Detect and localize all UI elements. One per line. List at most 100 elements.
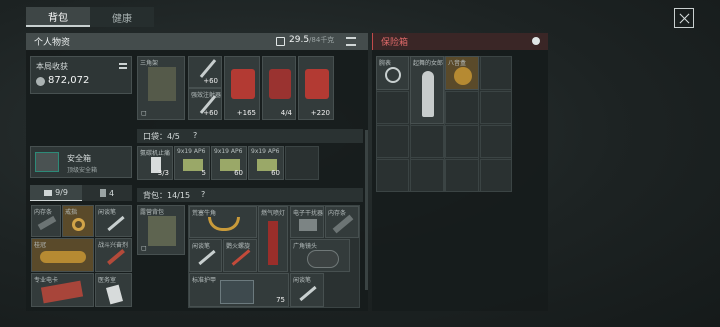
vault-empty-slot[interactable] [376,159,409,192]
armor-durability: 75 [276,296,285,304]
backpack-item[interactable]: 鹦火螺旋 [223,239,257,272]
weight-max: /84千克 [309,36,335,44]
card-item-icon [106,284,123,305]
pen-icon [107,215,125,232]
pocket-title: 口袋：4/5 [143,132,180,141]
close-icon[interactable] [674,8,694,28]
vault-empty-slot[interactable] [445,159,479,192]
session-title: 本局收获 [36,62,68,71]
vault-item[interactable]: 腕表 [376,56,409,90]
vault-empty-slot[interactable] [445,91,479,124]
safebox-card[interactable]: 安全箱 顶级安全箱 [30,146,132,178]
tripod-icon [148,67,176,101]
armor-icon [220,280,254,304]
safebox-icon [35,152,59,172]
personal-list-icon[interactable] [346,37,356,46]
vault-item[interactable]: 起舞的女郎 [410,56,444,124]
vault-empty-slot[interactable] [410,159,444,192]
camera-lens-icon [307,250,339,268]
top-rig[interactable]: 三角架 ◻ [137,56,185,120]
coin-icon [36,77,45,86]
laurel-icon [40,251,86,263]
vault-empty-slot[interactable] [480,125,512,158]
safebox-item[interactable]: 专业电卡 [31,273,94,307]
session-list-icon[interactable] [119,63,127,69]
medkit-icon [269,69,291,99]
pocket-item[interactable]: 9x19 AP6 60 [248,146,284,180]
screwdriver-icon [231,249,251,266]
ram-icon [37,215,57,231]
vault-settings-icon[interactable] [532,37,540,45]
tag-icon: ◻ [141,244,147,252]
safebox-title: 安全箱 [67,154,91,163]
top-item[interactable]: +220 [298,56,334,120]
backpack-title: 背包：14/15 [143,191,191,200]
pen-icon [198,249,216,266]
watch-icon [385,67,401,83]
safebox-item[interactable]: 闲谈笔 [95,205,132,237]
backpack-item[interactable]: 电子干扰器 [290,206,324,238]
top-item[interactable]: +60 [188,56,222,88]
session-value: 872,072 [48,75,90,86]
jammer-icon [299,219,317,231]
backpack-item[interactable]: 闲谈笔 [290,273,324,307]
backpack-item[interactable]: 荒塞牛角 [189,206,257,238]
safebox-tab-cards[interactable]: 4 [82,185,132,201]
vault-header: 保险箱 [372,33,548,50]
vault-empty-slot[interactable] [480,56,512,90]
safebox-item[interactable]: 桂冠 [31,238,94,272]
backpack-header: 背包：14/15 ? [137,188,363,202]
top-item[interactable]: 强效注射器 +60 [188,88,222,120]
backpack-rig[interactable]: 露营背包 ◻ [137,205,185,255]
vault-empty-slot[interactable] [445,125,479,158]
backpack-item[interactable]: 标准护甲 75 [189,273,289,307]
weight-readout: 29.5/84千克 [289,35,334,45]
card-count: 4 [108,188,115,198]
vault-item[interactable]: 八音盒 [445,56,479,90]
vault-empty-slot[interactable] [480,91,512,124]
backpack-icon [148,216,176,246]
pocket-header: 口袋：4/5 ? [137,129,363,143]
safebox-item[interactable]: 戒指 [62,205,94,237]
backpack-item[interactable]: 燃气喷灯 [258,206,288,272]
ram-icon [332,214,354,234]
pocket-help-icon[interactable]: ? [193,131,197,140]
horn-icon [208,217,240,231]
syringe-icon [199,59,217,78]
backpack-item[interactable]: 闲谈笔 [189,239,222,272]
tab-health[interactable]: 健康 [90,7,154,27]
safebox-slot-count: 9/9 [55,188,68,197]
safebox-item[interactable]: 医务室 [95,273,132,307]
weight-current: 29.5 [289,35,310,45]
safebox-item[interactable]: 战斗兴奋剂 [95,238,132,272]
vault-empty-slot[interactable] [376,125,409,158]
briefcase-icon [44,189,53,196]
top-item[interactable]: +165 [224,56,260,120]
backpack-item[interactable]: 内存条 [325,206,359,238]
backpack-help-icon[interactable]: ? [201,190,205,199]
safebox-tab-slots[interactable]: 9/9 [30,185,82,201]
backpack-item[interactable]: 广角镜头 [290,239,350,272]
vault-empty-slot[interactable] [410,125,444,158]
pocket-item[interactable]: 9x19 AP6 5 [174,146,210,180]
vault-empty-slot[interactable] [376,91,409,124]
tab-backpack[interactable]: 背包 [26,7,90,27]
vault-empty-slot[interactable] [480,159,512,192]
vault-title: 保险箱 [381,38,409,48]
injector-icon [107,249,125,265]
personal-title: 个人物资 [34,38,71,48]
top-item[interactable]: 4/4 [262,56,296,120]
gas-torch-icon [268,221,278,265]
pocket-item[interactable]: 氨碳机止痛 3/3 [137,146,173,180]
tag-icon: ◻ [141,109,147,117]
safebox-subtitle: 顶级安全箱 [67,167,98,174]
dancer-statue-icon [422,71,434,117]
pocket-empty-slot[interactable] [285,146,319,180]
medkit-icon [231,69,255,99]
music-box-icon [454,67,472,85]
scrollbar[interactable] [365,130,368,290]
pocket-item[interactable]: 9x19 AP6 60 [211,146,247,180]
safebox-item[interactable]: 内存条 [31,205,61,237]
gpu-icon [40,280,84,304]
ring-icon [72,218,85,231]
